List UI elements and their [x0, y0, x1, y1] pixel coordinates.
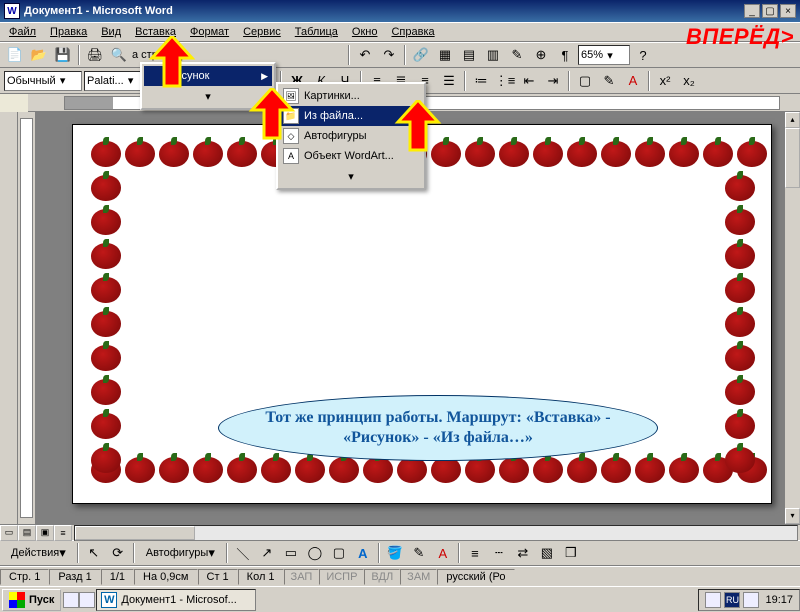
para-button[interactable]: ¶: [554, 44, 576, 66]
forward-label[interactable]: ВПЕРЁД>: [686, 24, 794, 50]
oval-button[interactable]: ◯: [304, 542, 326, 564]
numlist-button[interactable]: ≔: [470, 70, 492, 92]
hscroll-thumb[interactable]: [75, 526, 195, 540]
columns-button[interactable]: ▥: [482, 44, 504, 66]
standard-toolbar: 📄 📂 💾 🖨 🔍 а страниц... ↶ ↷ 🔗 ▦ ▤ ▥ ✎ ⊕ ¶…: [0, 42, 800, 68]
scroll-down-button[interactable]: ▾: [785, 508, 800, 524]
bullist-button[interactable]: ⋮≡: [494, 70, 516, 92]
linecolor-button[interactable]: ✎: [408, 542, 430, 564]
border-button[interactable]: ▢: [574, 70, 596, 92]
status-line: Ст 1: [198, 569, 238, 585]
textbox-button[interactable]: ▢: [328, 542, 350, 564]
sub-button[interactable]: x₂: [678, 70, 700, 92]
arrow-from-file: [394, 100, 442, 154]
callout-oval: Тот же принцип работы. Маршрут: «Вставка…: [218, 395, 658, 461]
vertical-ruler[interactable]: [18, 112, 36, 524]
fill-button[interactable]: 🪣: [384, 542, 406, 564]
link-button[interactable]: 🔗: [410, 44, 432, 66]
actions-menu[interactable]: Действия ▾: [4, 542, 73, 564]
open-button[interactable]: 📂: [28, 44, 50, 66]
callout-text: Тот же принцип работы. Маршрут: «Вставка…: [243, 408, 633, 448]
arrow-insert: [148, 36, 196, 90]
menu-tools[interactable]: Сервис: [236, 24, 288, 40]
select-button[interactable]: ↖: [83, 542, 105, 564]
separator: [404, 45, 406, 65]
status-rec: ЗАП: [284, 569, 320, 585]
arrows-button[interactable]: ⇄: [512, 542, 534, 564]
menu-view[interactable]: Вид: [94, 24, 128, 40]
menu-bar: Файл Правка Вид Вставка Формат Сервис Та…: [0, 22, 800, 42]
table-button[interactable]: ▦: [434, 44, 456, 66]
status-col: Кол 1: [238, 569, 284, 585]
fontcolor-button[interactable]: A: [622, 70, 644, 92]
taskbar: Пуск W Документ1 - Microsof... RU 19:17: [0, 586, 800, 612]
align-just-button[interactable]: ☰: [438, 70, 460, 92]
window-title: Документ1 - Microsoft Word: [24, 5, 744, 17]
view-buttons: ▭ ▤ ▣ ≡: [0, 525, 72, 541]
arrow-picture: [248, 88, 296, 142]
dash-button[interactable]: ┄: [488, 542, 510, 564]
status-at: На 0,9см: [134, 569, 197, 585]
maximize-button[interactable]: ▢: [762, 4, 778, 18]
menu-window[interactable]: Окно: [345, 24, 385, 40]
status-frac: 1/1: [101, 569, 134, 585]
normal-view-button[interactable]: ▭: [0, 525, 18, 541]
outline-view-button[interactable]: ≡: [54, 525, 72, 541]
close-button[interactable]: ×: [780, 4, 796, 18]
separator: [348, 45, 350, 65]
submenu-arrow-icon: ▶: [261, 71, 268, 82]
status-sect: Разд 1: [49, 569, 100, 585]
wordart-icon: A: [283, 148, 299, 164]
indent-button[interactable]: ⇥: [542, 70, 564, 92]
sup-button[interactable]: x²: [654, 70, 676, 92]
3d-button[interactable]: ❒: [560, 542, 582, 564]
hscroll-row: ▭ ▤ ▣ ≡: [0, 524, 800, 540]
preview-button[interactable]: 🔍: [108, 44, 130, 66]
print-button[interactable]: 🖨: [84, 44, 106, 66]
status-trk: ИСПР: [319, 569, 364, 585]
highlight-button[interactable]: ✎: [598, 70, 620, 92]
title-bar: W Документ1 - Microsoft Word _ ▢ ×: [0, 0, 800, 22]
shadow-button[interactable]: ▧: [536, 542, 558, 564]
autoshapes-menu[interactable]: Автофигуры ▾: [139, 542, 222, 564]
status-lang[interactable]: русский (Ро: [437, 569, 514, 585]
wordart-button[interactable]: A: [352, 542, 374, 564]
excel-button[interactable]: ▤: [458, 44, 480, 66]
menu-table[interactable]: Таблица: [288, 24, 345, 40]
style-combo[interactable]: Обычный▾: [4, 71, 82, 91]
rotate-button[interactable]: ⟳: [107, 542, 129, 564]
status-bar: Стр. 1 Разд 1 1/1 На 0,9см Ст 1 Кол 1 ЗА…: [0, 566, 800, 586]
drawing-button[interactable]: ✎: [506, 44, 528, 66]
separator: [78, 45, 80, 65]
fontcolor2-button[interactable]: A: [432, 542, 454, 564]
help-button[interactable]: ?: [632, 44, 654, 66]
redo-button[interactable]: ↷: [378, 44, 400, 66]
menu-expand[interactable]: ▾: [280, 166, 422, 186]
status-page: Стр. 1: [0, 569, 49, 585]
rect-button[interactable]: ▭: [280, 542, 302, 564]
menu-help[interactable]: Справка: [384, 24, 441, 40]
outdent-button[interactable]: ⇤: [518, 70, 540, 92]
save-button[interactable]: 💾: [52, 44, 74, 66]
scroll-thumb[interactable]: [785, 128, 800, 188]
new-doc-button[interactable]: 📄: [4, 44, 26, 66]
minimize-button[interactable]: _: [744, 4, 760, 18]
app-icon: W: [4, 3, 20, 19]
vertical-scrollbar[interactable]: ▴ ▾: [784, 112, 800, 524]
arrow-button[interactable]: ↗: [256, 542, 278, 564]
scroll-up-button[interactable]: ▴: [785, 112, 800, 128]
drawing-toolbar: Действия ▾ ↖ ⟳ Автофигуры ▾ ＼ ↗ ▭ ◯ ▢ A …: [0, 540, 800, 566]
menu-file[interactable]: Файл: [2, 24, 43, 40]
status-ovr: ЗАМ: [400, 569, 437, 585]
horizontal-scrollbar[interactable]: [74, 525, 798, 541]
menu-edit[interactable]: Правка: [43, 24, 94, 40]
print-view-button[interactable]: ▣: [36, 525, 54, 541]
web-view-button[interactable]: ▤: [18, 525, 36, 541]
undo-button[interactable]: ↶: [354, 44, 376, 66]
zoom-combo[interactable]: 65%▾: [578, 45, 630, 65]
status-ext: ВДЛ: [364, 569, 400, 585]
linestyle-button[interactable]: ≡: [464, 542, 486, 564]
line-button[interactable]: ＼: [232, 542, 254, 564]
map-button[interactable]: ⊕: [530, 44, 552, 66]
